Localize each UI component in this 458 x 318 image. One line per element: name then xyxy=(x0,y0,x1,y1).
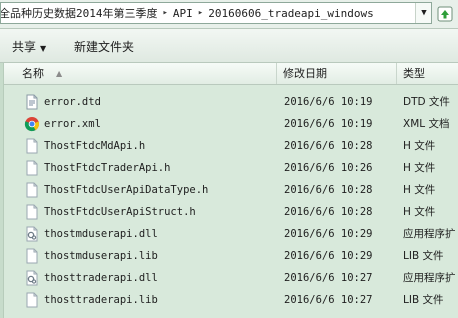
file-row[interactable]: thostmduserapi.lib 2016/6/6 10:29 LIB 文件 xyxy=(4,245,458,267)
header-file-icon xyxy=(24,160,40,176)
header-file-icon xyxy=(24,204,40,220)
file-row[interactable]: error.dtd 2016/6/6 10:19 DTD 文件 xyxy=(4,91,458,113)
dll-file-icon xyxy=(24,226,40,242)
file-type: H 文件 xyxy=(403,140,436,152)
column-header-type[interactable]: 类型 xyxy=(397,63,458,84)
file-date: 2016/6/6 10:27 xyxy=(284,272,373,284)
file-list: 名称 ▲ 修改日期 类型 error.dtd 2016/6/6 10:19 DTD 文… xyxy=(0,63,458,318)
file-type: DTD 文件 xyxy=(403,96,450,108)
file-type: 应用程序扩 xyxy=(403,228,456,240)
file-type: H 文件 xyxy=(403,184,436,196)
column-header-row: 名称 ▲ 修改日期 类型 xyxy=(4,63,458,85)
chevron-down-icon: ▼ xyxy=(40,44,47,53)
file-row[interactable]: thostmduserapi.dll 2016/6/6 10:29 应用程序扩 xyxy=(4,223,458,245)
file-row[interactable]: ThostFtdcMdApi.h 2016/6/6 10:28 H 文件 xyxy=(4,135,458,157)
share-button[interactable]: 共享 ▼ xyxy=(12,38,46,55)
file-date: 2016/6/6 10:27 xyxy=(284,294,373,306)
file-date: 2016/6/6 10:19 xyxy=(284,96,373,108)
column-header-name[interactable]: 名称 ▲ xyxy=(16,63,277,84)
file-name: thostmduserapi.lib xyxy=(44,250,158,262)
breadcrumb-separator-icon[interactable]: ▸ xyxy=(195,8,206,18)
breadcrumb-item[interactable]: 全品种历史数据2014年第三季度 xyxy=(1,5,160,21)
file-date: 2016/6/6 10:19 xyxy=(284,118,373,130)
chrome-xml-icon xyxy=(24,116,40,132)
file-name: error.dtd xyxy=(44,96,101,108)
lib-file-icon xyxy=(24,248,40,264)
file-row[interactable]: thosttraderapi.lib 2016/6/6 10:27 LIB 文件 xyxy=(4,289,458,311)
command-toolbar: 共享 ▼ 新建文件夹 xyxy=(0,29,458,63)
file-name: ThostFtdcUserApiStruct.h xyxy=(44,206,196,218)
refresh-icon xyxy=(437,6,453,22)
file-type: H 文件 xyxy=(403,162,436,174)
file-name: ThostFtdcMdApi.h xyxy=(44,140,146,152)
new-folder-button[interactable]: 新建文件夹 xyxy=(74,38,134,55)
refresh-button[interactable] xyxy=(436,5,454,23)
breadcrumb-item[interactable]: 20160606_tradeapi_windows xyxy=(206,7,376,20)
file-row[interactable]: ThostFtdcUserApiDataType.h 2016/6/6 10:28… xyxy=(4,179,458,201)
file-name: ThostFtdcTraderApi.h xyxy=(44,162,171,174)
address-dropdown-button[interactable]: ▼ xyxy=(415,3,431,23)
file-date: 2016/6/6 10:28 xyxy=(284,184,373,196)
file-date: 2016/6/6 10:28 xyxy=(284,140,373,152)
file-name: thosttraderapi.lib xyxy=(44,294,158,306)
file-name: error.xml xyxy=(44,118,101,130)
file-type: LIB 文件 xyxy=(403,250,444,262)
column-name-label: 名称 xyxy=(22,67,44,80)
dtd-file-icon xyxy=(24,94,40,110)
sort-ascending-icon: ▲ xyxy=(56,69,63,78)
file-name: ThostFtdcUserApiDataType.h xyxy=(44,184,209,196)
share-label: 共享 xyxy=(12,40,37,54)
file-type: 应用程序扩 xyxy=(403,272,456,284)
column-header-date[interactable]: 修改日期 xyxy=(277,63,397,84)
header-file-icon xyxy=(24,182,40,198)
header-file-icon xyxy=(24,138,40,154)
address-field[interactable]: 全品种历史数据2014年第三季度 ▸ API ▸ 20160606_tradea… xyxy=(0,2,432,24)
file-name: thostmduserapi.dll xyxy=(44,228,158,240)
file-row[interactable]: error.xml 2016/6/6 10:19 XML 文档 xyxy=(4,113,458,135)
address-bar: 全品种历史数据2014年第三季度 ▸ API ▸ 20160606_tradea… xyxy=(0,0,458,29)
file-row[interactable]: thosttraderapi.dll 2016/6/6 10:27 应用程序扩 xyxy=(4,267,458,289)
file-date: 2016/6/6 10:29 xyxy=(284,250,373,262)
file-type: LIB 文件 xyxy=(403,294,444,306)
breadcrumb-item[interactable]: API xyxy=(171,7,195,20)
file-row[interactable]: ThostFtdcTraderApi.h 2016/6/6 10:26 H 文件 xyxy=(4,157,458,179)
dll-file-icon xyxy=(24,270,40,286)
file-row[interactable]: ThostFtdcUserApiStruct.h 2016/6/6 10:28 H … xyxy=(4,201,458,223)
file-name: thosttraderapi.dll xyxy=(44,272,158,284)
file-date: 2016/6/6 10:26 xyxy=(284,162,373,174)
file-date: 2016/6/6 10:28 xyxy=(284,206,373,218)
file-type: XML 文档 xyxy=(403,118,450,130)
file-type: H 文件 xyxy=(403,206,436,218)
lib-file-icon xyxy=(24,292,40,308)
breadcrumb-separator-icon[interactable]: ▸ xyxy=(160,8,171,18)
file-date: 2016/6/6 10:29 xyxy=(284,228,373,240)
chevron-down-icon: ▼ xyxy=(421,8,427,18)
